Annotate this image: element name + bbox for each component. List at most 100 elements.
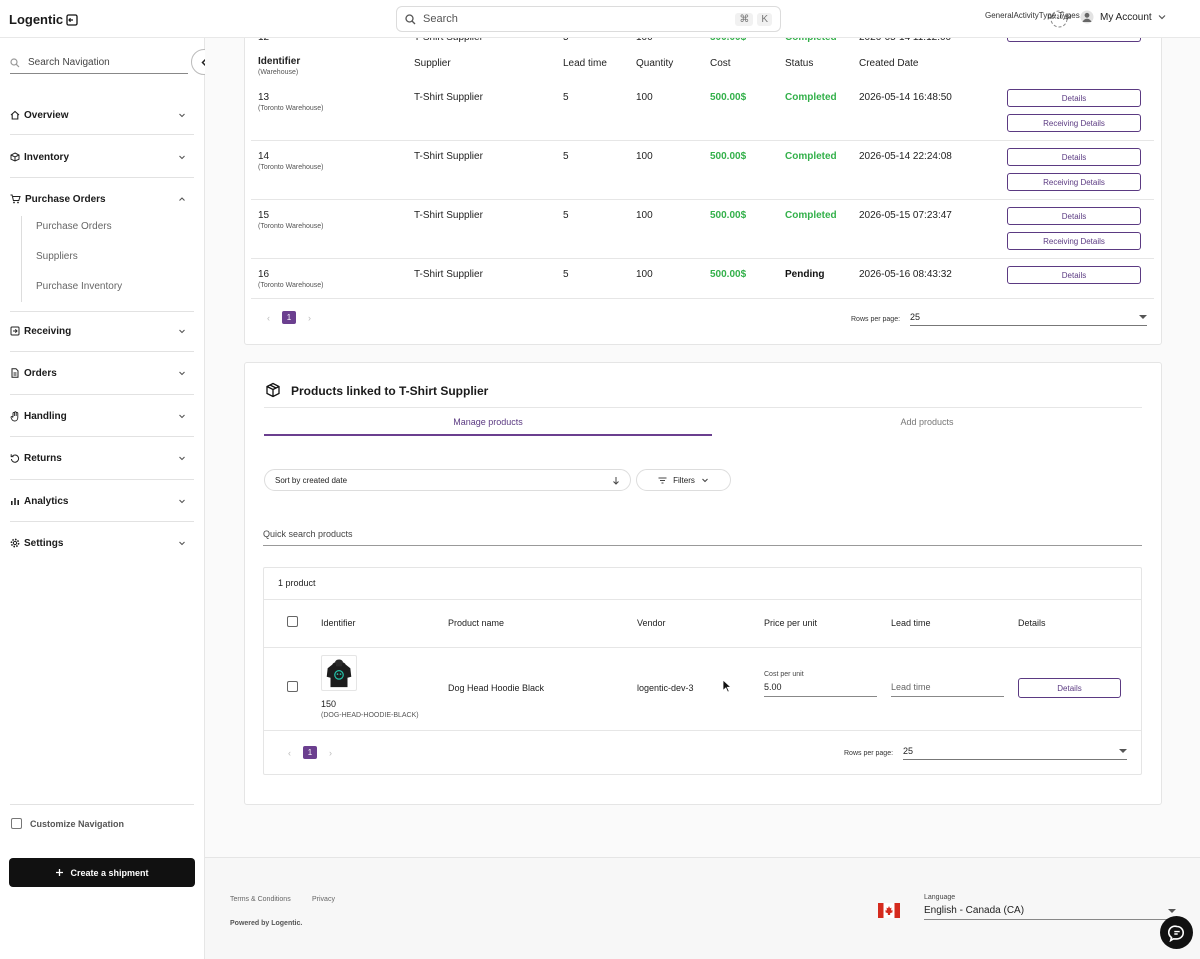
box-icon xyxy=(10,152,20,162)
row-qty: 100 xyxy=(636,210,653,221)
header-divider xyxy=(264,647,1141,648)
page-1-button[interactable]: 1 xyxy=(282,311,296,324)
details-button[interactable]: Details xyxy=(1007,89,1141,107)
hand-icon xyxy=(10,410,19,421)
privacy-link[interactable]: Privacy xyxy=(312,896,335,903)
chevron-down-icon xyxy=(179,371,185,376)
rows-per-page-label: Rows per page: xyxy=(844,750,894,757)
details-button[interactable]: Details xyxy=(1007,266,1141,284)
submenu-rail xyxy=(21,216,22,302)
nav-analytics[interactable]: Analytics xyxy=(10,492,186,510)
receiving-details-button[interactable]: Receiving Details xyxy=(1007,114,1141,132)
product-thumbnail[interactable] xyxy=(321,655,357,691)
col-vendor: Vendor xyxy=(637,618,666,628)
row-id: 15 xyxy=(258,210,270,221)
nav-inventory[interactable]: Inventory xyxy=(10,148,186,166)
lead-time-input[interactable]: Lead time xyxy=(891,677,1004,697)
package-icon xyxy=(266,382,280,398)
customize-checkbox[interactable] xyxy=(11,818,22,829)
row-warehouse: (Toronto Warehouse) xyxy=(258,164,324,171)
chevron-down-icon xyxy=(179,155,185,160)
nav-orders[interactable]: Orders xyxy=(10,364,186,382)
details-button[interactable]: Details xyxy=(1007,207,1141,225)
avatar-icon xyxy=(1080,10,1094,24)
title-divider xyxy=(264,407,1142,408)
nav-divider xyxy=(10,479,194,480)
row-divider xyxy=(251,258,1154,259)
row-qty: 100 xyxy=(636,92,653,103)
chevron-down-icon xyxy=(179,113,185,118)
row-lead: 5 xyxy=(563,92,569,103)
col-supplier: Supplier xyxy=(414,58,451,69)
row-cost: 500.00$ xyxy=(710,92,747,103)
logo[interactable]: Logentic xyxy=(9,12,78,27)
nav-settings[interactable]: Settings xyxy=(10,534,186,552)
details-button[interactable]: Details xyxy=(1007,148,1141,166)
rows-per-page-label: Rows per page: xyxy=(851,316,901,323)
nav-returns[interactable]: Returns xyxy=(10,449,186,467)
rows-per-page-select[interactable]: 25 xyxy=(910,309,1147,326)
nav-search-input[interactable]: Search Navigation xyxy=(10,52,188,74)
dropdown-arrow-icon xyxy=(1168,908,1176,913)
powered-by: Powered by Logentic. xyxy=(230,920,303,927)
nav-divider xyxy=(10,521,194,522)
row-warehouse: (Toronto Warehouse) xyxy=(258,223,324,230)
nav-purchase-orders[interactable]: Purchase Orders xyxy=(10,190,186,208)
row-id: 14 xyxy=(258,151,270,162)
receiving-details-button[interactable]: Receiving Details xyxy=(1007,232,1141,250)
next-page-button[interactable]: › xyxy=(329,748,332,758)
row-checkbox[interactable] xyxy=(287,681,298,692)
chat-support-button[interactable] xyxy=(1160,916,1193,949)
chevron-down-icon xyxy=(179,499,185,504)
select-all-checkbox[interactable] xyxy=(287,616,298,627)
account-menu[interactable]: My Account xyxy=(1080,10,1166,24)
row-id: 16 xyxy=(258,269,270,280)
cost-per-unit-input[interactable]: Cost per unit 5.00 xyxy=(764,669,877,697)
cost-per-unit-value: 5.00 xyxy=(764,682,782,692)
chevron-down-icon xyxy=(179,329,185,334)
terms-link[interactable]: Terms & Conditions xyxy=(230,896,291,903)
chat-bubble-icon xyxy=(1167,924,1184,942)
language-select[interactable]: English - Canada (CA) xyxy=(924,902,1176,920)
row-status: Completed xyxy=(785,92,837,103)
prev-page-button[interactable]: ‹ xyxy=(267,313,270,323)
next-page-button[interactable]: › xyxy=(308,313,311,323)
page-1-button[interactable]: 1 xyxy=(303,746,317,759)
row-status: Completed xyxy=(785,210,837,221)
tab-manage-products[interactable]: Manage products xyxy=(264,417,712,427)
col-product-name: Product name xyxy=(448,618,505,628)
home-icon xyxy=(10,110,20,120)
nav-handling[interactable]: Handling xyxy=(10,407,186,425)
footer: Terms & Conditions Privacy Powered by Lo… xyxy=(205,857,1200,959)
filters-button[interactable]: Filters xyxy=(636,469,731,491)
receiving-details-button[interactable]: Receiving Details xyxy=(1007,173,1141,191)
nav-receiving[interactable]: Receiving xyxy=(10,322,186,340)
main-content: 12 T-Shirt Supplier 5 100 500.00$ Comple… xyxy=(205,28,1200,959)
products-section-title: Products linked to T-Shirt Supplier xyxy=(291,384,489,398)
sort-select[interactable]: Sort by created date xyxy=(264,469,631,491)
rows-per-page-select[interactable]: 25 xyxy=(903,743,1127,760)
nav-sub-suppliers[interactable]: Suppliers xyxy=(36,251,78,262)
products-table: 1 product Identifier Product name Vendor… xyxy=(263,567,1142,775)
nav-sub-purchase-orders[interactable]: Purchase Orders xyxy=(36,221,112,232)
global-search-input[interactable]: Search ⌘ K xyxy=(396,6,781,32)
shortcut-cmd: ⌘ xyxy=(735,12,754,26)
quick-search-products-input[interactable]: Quick search products xyxy=(263,529,1142,546)
lead-time-placeholder: Lead time xyxy=(891,682,931,692)
prev-page-button[interactable]: ‹ xyxy=(288,748,291,758)
create-shipment-button[interactable]: Create a shipment xyxy=(9,858,195,887)
nav-divider xyxy=(10,134,194,135)
row-divider xyxy=(264,730,1141,731)
nav-sub-purchase-inventory[interactable]: Purchase Inventory xyxy=(36,281,122,292)
row-id: 13 xyxy=(258,92,270,103)
col-status: Status xyxy=(785,58,814,69)
tab-add-products[interactable]: Add products xyxy=(712,417,1142,427)
chevron-down-icon xyxy=(179,541,185,546)
chevron-down-icon xyxy=(702,478,708,483)
nav-overview[interactable]: Overview xyxy=(10,106,186,124)
row-date: 2026-05-14 22:24:08 xyxy=(859,151,952,162)
customize-navigation-toggle[interactable]: Customize Navigation xyxy=(11,818,124,829)
row-date: 2026-05-15 07:23:47 xyxy=(859,210,952,221)
row-qty: 100 xyxy=(636,269,653,280)
product-details-button[interactable]: Details xyxy=(1018,678,1121,698)
